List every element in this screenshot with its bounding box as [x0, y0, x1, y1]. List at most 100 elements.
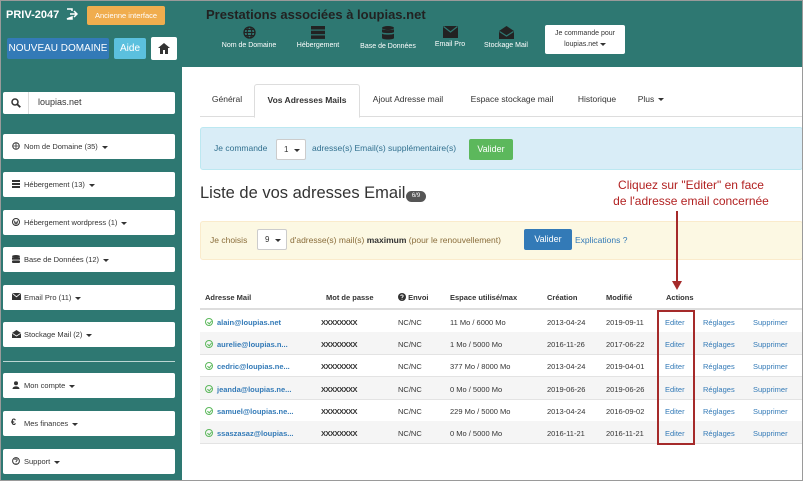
choice-text-b: (pour le renouvellement): [408, 235, 501, 245]
service-mail-storage[interactable]: Stockage Mail: [468, 24, 544, 54]
email-link[interactable]: jeanda@loupias.ne...: [205, 385, 291, 394]
sidebar-item-label: Support: [24, 457, 51, 466]
sidebar-item-mail-storage[interactable]: Stockage Mail (2): [3, 322, 175, 347]
home-icon: [158, 43, 170, 54]
chevron-down-icon: [72, 422, 79, 426]
email-link[interactable]: aurelie@loupias.n...: [205, 340, 288, 349]
settings-link[interactable]: Réglages: [703, 318, 735, 327]
chevron-down-icon: [103, 258, 110, 262]
logout-icon[interactable]: [66, 8, 78, 20]
annotation-arrow-line: [676, 211, 678, 283]
settings-link[interactable]: Réglages: [703, 385, 735, 394]
delete-link[interactable]: Supprimer: [753, 318, 788, 327]
chevron-down-icon: [88, 183, 95, 187]
service-label: Nom de Domaine: [221, 42, 277, 49]
chevron-down-icon: [658, 98, 665, 102]
delete-link[interactable]: Supprimer: [753, 407, 788, 416]
sidebar-item-account[interactable]: Mon compte: [3, 373, 175, 398]
send-value: NC/NC: [398, 385, 422, 394]
sidebar-item-databases[interactable]: Base de Données (12): [3, 247, 175, 272]
sidebar-item-label: Base de Données (12): [24, 255, 100, 264]
tab-add-email[interactable]: Ajout Adresse mail: [363, 84, 453, 117]
delete-link[interactable]: Supprimer: [753, 385, 788, 394]
send-value: NC/NC: [398, 429, 422, 438]
service-label: Stockage Mail: [484, 42, 528, 49]
delete-link[interactable]: Supprimer: [753, 362, 788, 371]
domain-search-input[interactable]: loupias.net: [3, 92, 175, 114]
order-validate-button[interactable]: Valider: [469, 139, 513, 160]
tab-more[interactable]: Plus: [633, 84, 669, 117]
table-row: alain@loupias.net XXXXXXXX NC/NC 11 Mo /…: [200, 310, 803, 333]
email-link[interactable]: alain@loupias.net: [205, 318, 281, 327]
wordpress-icon: [12, 218, 20, 226]
choice-prefix: Je choisis: [210, 235, 248, 245]
tab-mail-storage[interactable]: Espace stockage mail: [461, 84, 563, 117]
email-link[interactable]: ssaszasaz@loupias...: [205, 429, 294, 438]
settings-link[interactable]: Réglages: [703, 429, 735, 438]
password-mask: XXXXXXXX: [321, 340, 358, 349]
delete-link[interactable]: Supprimer: [753, 429, 788, 438]
email-address: aurelie@loupias.n...: [217, 340, 288, 349]
sidebar-item-wordpress[interactable]: Hébergement wordpress (1): [3, 210, 175, 235]
envelope-icon: [442, 26, 458, 38]
annotation-line2: de l'adresse email concernée: [613, 194, 769, 208]
email-address: ssaszasaz@loupias...: [217, 429, 294, 438]
email-link[interactable]: cedric@loupias.ne...: [205, 362, 290, 371]
sidebar-item-label: Mes finances: [24, 419, 69, 428]
annotation-text: Cliquez sur "Editer" en face de l'adress…: [583, 177, 799, 209]
settings-link[interactable]: Réglages: [703, 340, 735, 349]
new-domain-button[interactable]: NOUVEAU DOMAINE: [7, 38, 109, 59]
space-used: 0 Mo / 5000 Mo: [450, 429, 503, 438]
modified-date: 2019-04-01: [606, 362, 645, 371]
choice-qty-select[interactable]: 9: [257, 229, 287, 250]
sidebar-item-finances[interactable]: € Mes finances: [3, 411, 175, 436]
order-for-dropdown[interactable]: Je commande pour loupias.net: [545, 25, 625, 54]
chevron-down-icon: [54, 460, 61, 464]
check-circle-icon: [205, 362, 213, 370]
order-line1: Je commande pour: [555, 30, 615, 37]
email-link[interactable]: samuel@loupias.ne...: [205, 407, 294, 416]
service-domain[interactable]: Nom de Domaine: [211, 24, 287, 54]
table-row: cedric@loupias.ne... XXXXXXXX NC/NC 377 …: [200, 354, 803, 377]
settings-link[interactable]: Réglages: [703, 362, 735, 371]
space-used: 11 Mo / 6000 Mo: [450, 318, 506, 327]
explanations-link[interactable]: Explications ?: [575, 235, 627, 245]
envelope-icon: [12, 293, 21, 300]
col-header-actions: Actions: [666, 293, 694, 302]
tab-email-addresses[interactable]: Vos Adresses Mails: [254, 84, 360, 118]
choice-validate-button[interactable]: Valider: [524, 229, 572, 250]
tab-more-label: Plus: [637, 94, 655, 104]
sidebar-item-label: Hébergement (13): [24, 180, 85, 189]
help-button[interactable]: Aide: [114, 38, 146, 59]
modified-date: 2016-09-02: [606, 407, 645, 416]
settings-link[interactable]: Réglages: [703, 407, 735, 416]
euro-icon: €: [11, 417, 17, 427]
tab-general[interactable]: Général: [200, 84, 254, 117]
count-badge: 6/9: [406, 191, 426, 202]
col-header-email: Adresse Mail: [205, 293, 252, 302]
table-row: samuel@loupias.ne... XXXXXXXX NC/NC 229 …: [200, 399, 803, 422]
creation-date: 2019-06-26: [547, 385, 586, 394]
order-qty-select[interactable]: 1: [276, 139, 306, 160]
delete-link[interactable]: Supprimer: [753, 340, 788, 349]
envelope-open-icon: [12, 330, 21, 338]
service-hosting[interactable]: Hébergement: [280, 24, 356, 54]
search-icon: [11, 98, 21, 108]
check-circle-icon: [205, 340, 213, 348]
col-header-password: Mot de passe: [326, 293, 374, 302]
sidebar-item-hosting[interactable]: Hébergement (13): [3, 172, 175, 197]
chevron-down-icon: [75, 296, 82, 300]
old-interface-button[interactable]: Ancienne interface: [87, 6, 165, 25]
tab-history[interactable]: Historique: [572, 84, 622, 117]
home-button[interactable]: [151, 37, 177, 60]
sidebar-item-support[interactable]: Support: [3, 449, 175, 474]
order-banner: Je commande 1 adresse(s) Email(s) supplé…: [200, 127, 803, 170]
sidebar-item-email-pro[interactable]: Email Pro (11): [3, 285, 175, 310]
chevron-down-icon: [121, 221, 128, 225]
sidebar-item-label: Stockage Mail (2): [24, 330, 83, 339]
sidebar-item-domains[interactable]: Nom de Domaine (35): [3, 134, 175, 159]
password-mask: XXXXXXXX: [321, 407, 358, 416]
table-row: ssaszasaz@loupias... XXXXXXXX NC/NC 0 Mo…: [200, 421, 803, 444]
sidebar-item-label: Email Pro (11): [24, 293, 72, 302]
database-icon: [12, 255, 20, 263]
